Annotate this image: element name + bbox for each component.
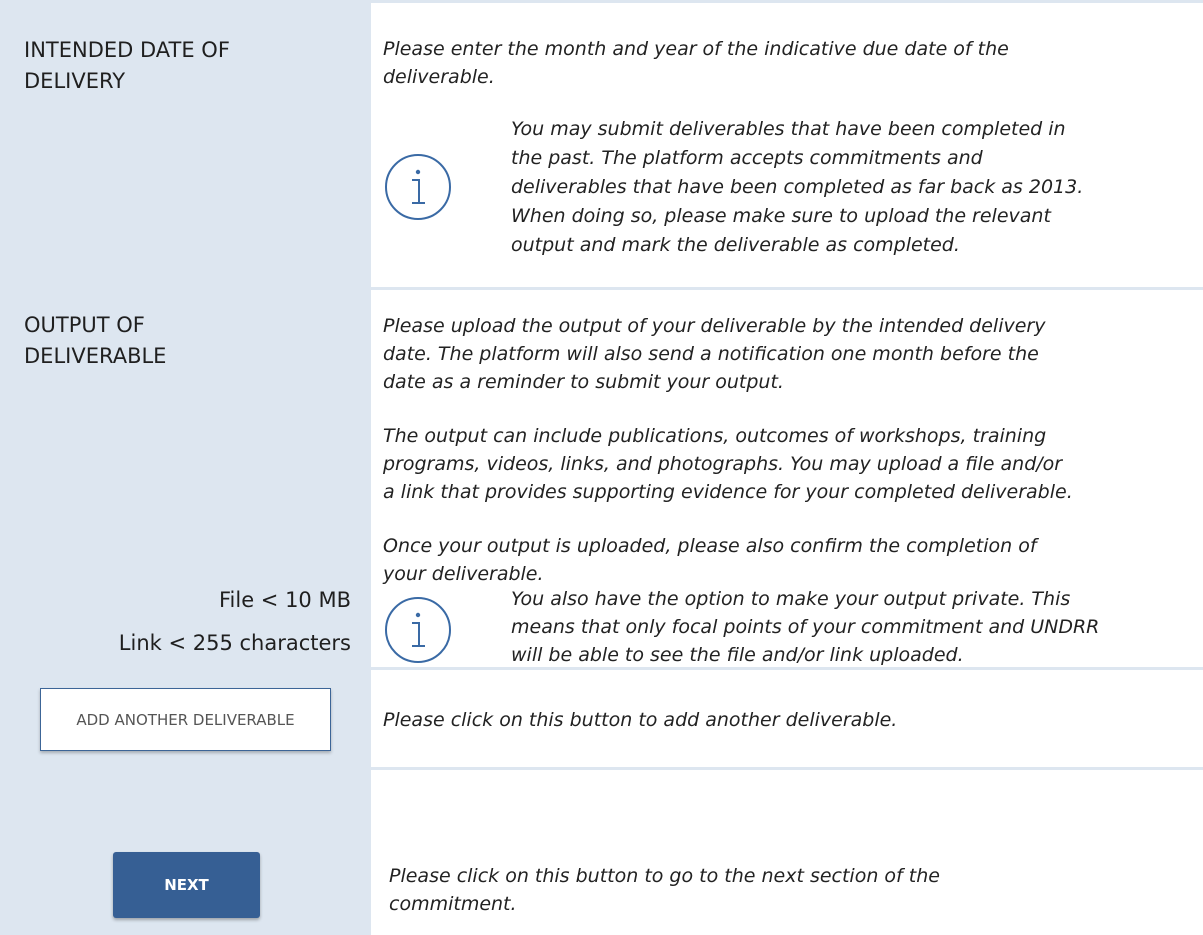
text-line: Please enter the month and year of the i…: [383, 38, 1009, 60]
row-divider: [0, 287, 1203, 290]
delivery-date-info: You may submit deliverables that have be…: [511, 115, 1201, 260]
text-line: deliverable.: [383, 66, 495, 88]
next-description: Please click on this button to go to the…: [389, 862, 1199, 918]
label-line: OUTPUT OF: [24, 313, 145, 337]
output-paragraph-types: The output can include publications, out…: [383, 422, 1193, 506]
label-line: DELIVERY: [24, 69, 126, 93]
instruction-table: INTENDED DATE OF DELIVERY Please enter t…: [0, 0, 1203, 935]
output-label: OUTPUT OF DELIVERABLE: [24, 310, 166, 372]
row-divider: [0, 767, 1203, 770]
row-divider: [0, 0, 1203, 3]
text-line: date as a reminder to submit your output…: [383, 371, 784, 393]
info-icon: [385, 154, 451, 220]
output-paragraph-confirm: Once your output is uploaded, please als…: [383, 532, 1193, 588]
output-private-info: You also have the option to make your ou…: [511, 585, 1201, 669]
label-column: [0, 0, 368, 935]
text-line: date. The platform will also send a noti…: [383, 343, 1039, 365]
text-line: means that only focal points of your com…: [511, 616, 1100, 638]
text-line: deliverables that have been completed as…: [511, 176, 1084, 198]
text-line: a link that provides supporting evidence…: [383, 481, 1073, 503]
next-button[interactable]: NEXT: [113, 852, 260, 918]
column-divider: [368, 0, 371, 935]
info-icon: [385, 597, 451, 663]
text-line: Please upload the output of your deliver…: [383, 315, 1046, 337]
text-line: Please click on this button to go to the…: [389, 865, 940, 887]
output-paragraph-upload: Please upload the output of your deliver…: [383, 312, 1193, 396]
text-line: the past. The platform accepts commitmen…: [511, 147, 983, 169]
file-limit: File < 10 MB: [218, 588, 351, 612]
link-limit: Link < 255 characters: [118, 631, 351, 655]
add-another-deliverable-button[interactable]: ADD ANOTHER DELIVERABLE: [40, 688, 331, 751]
text-line: programs, videos, links, and photographs…: [383, 453, 1063, 475]
delivery-date-instruction: Please enter the month and year of the i…: [383, 35, 1193, 91]
label-line: DELIVERABLE: [24, 344, 167, 368]
text-line: When doing so, please make sure to uploa…: [511, 205, 1051, 227]
label-line: INTENDED DATE OF: [24, 38, 230, 62]
text-line: will be able to see the file and/or link…: [511, 644, 964, 666]
text-line: Once your output is uploaded, please als…: [383, 535, 1037, 557]
text-line: You may submit deliverables that have be…: [511, 118, 1066, 140]
text-line: commitment.: [389, 893, 517, 915]
text-line: The output can include publications, out…: [383, 425, 1047, 447]
text-line: your deliverable.: [383, 563, 544, 585]
text-line: output and mark the deliverable as compl…: [511, 234, 960, 256]
add-deliverable-description: Please click on this button to add anoth…: [383, 709, 898, 731]
text-line: You also have the option to make your ou…: [511, 588, 1071, 610]
delivery-date-label: INTENDED DATE OF DELIVERY: [24, 35, 230, 97]
